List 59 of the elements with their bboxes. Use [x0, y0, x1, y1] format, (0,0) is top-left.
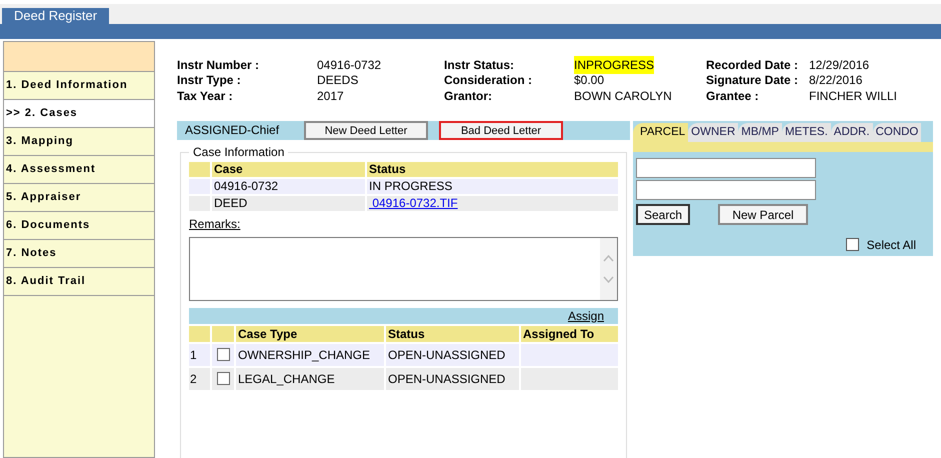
field-value: BOWN CAROLYN	[574, 88, 672, 105]
letter-button[interactable]: New Deed Letter	[304, 120, 428, 140]
search-tab[interactable]: CONDO	[872, 122, 922, 142]
search-button[interactable]: Search	[636, 204, 690, 224]
search-tab[interactable]: MB/MP	[738, 122, 782, 142]
remarks-label: Remarks:	[189, 216, 240, 232]
assignment-label: ASSIGNED-Chief	[184, 122, 280, 139]
field-value: 8/22/2016	[809, 72, 862, 90]
row-number: 2	[189, 368, 210, 390]
field-value: $0.00	[574, 72, 604, 90]
column-header	[189, 162, 210, 176]
field-label: Instr Type :	[177, 72, 242, 90]
column-header	[212, 326, 234, 342]
search-field[interactable]	[636, 158, 816, 178]
search-tab[interactable]: METES.	[782, 122, 831, 142]
column-header	[189, 326, 210, 342]
field-label: Instr Status:	[444, 56, 516, 74]
new-parcel-button[interactable]: New Parcel	[718, 204, 808, 224]
window-title[interactable]: Deed Register	[2, 8, 110, 24]
row-number: 1	[189, 344, 210, 366]
table-cell: 04916-0732	[212, 178, 365, 194]
field-value: DEEDS	[317, 72, 358, 90]
row-checkbox[interactable]	[216, 348, 230, 361]
field-value: INPROGRESS	[574, 56, 654, 74]
row-checkbox[interactable]	[216, 372, 230, 385]
search-tab[interactable]: PARCEL	[633, 122, 688, 142]
field-label: Grantor:	[444, 88, 493, 105]
table-cell: OPEN-UNASSIGNED	[386, 344, 519, 366]
table-cell: LEGAL_CHANGE	[236, 368, 384, 390]
field-value: 04916-0732	[317, 56, 382, 74]
fieldset-title: Case Information	[189, 144, 288, 158]
field-label: Tax Year :	[177, 88, 234, 105]
search-field[interactable]	[636, 180, 816, 200]
table-cell: DEED	[212, 196, 365, 210]
column-header: Case	[212, 162, 365, 176]
remarks-field[interactable]	[189, 236, 618, 300]
field-label: Grantee :	[706, 88, 760, 105]
column-header: Status	[386, 326, 519, 342]
search-tab[interactable]: ADDR.	[830, 122, 873, 142]
field-value: FINCHER WILLI	[809, 88, 898, 105]
column-header: Case Type	[236, 326, 384, 342]
column-header: Assigned To	[521, 326, 618, 342]
search-tab[interactable]: OWNER	[688, 122, 738, 142]
letter-button[interactable]: Bad Deed Letter	[439, 120, 563, 140]
field-value: 12/29/2016	[809, 56, 870, 74]
column-header: Status	[367, 162, 618, 176]
assign-link[interactable]: Assign	[568, 306, 604, 324]
table-cell: IN PROGRESS	[367, 178, 618, 194]
field-label: Instr Number :	[177, 56, 260, 74]
table-cell: OPEN-UNASSIGNED	[386, 368, 519, 390]
field-label: Signature Date :	[706, 72, 800, 90]
table-cell: OWNERSHIP_CHANGE	[236, 344, 384, 366]
field-value: 2017	[317, 88, 344, 105]
select-all-checkbox[interactable]	[846, 238, 859, 251]
sidebar-item[interactable]: >> 2. Cases	[4, 100, 154, 128]
field-label: Consideration :	[444, 72, 534, 90]
select-all-label: Select All	[866, 236, 916, 254]
table-cell	[189, 178, 210, 194]
field-label: Recorded Date :	[706, 56, 800, 74]
